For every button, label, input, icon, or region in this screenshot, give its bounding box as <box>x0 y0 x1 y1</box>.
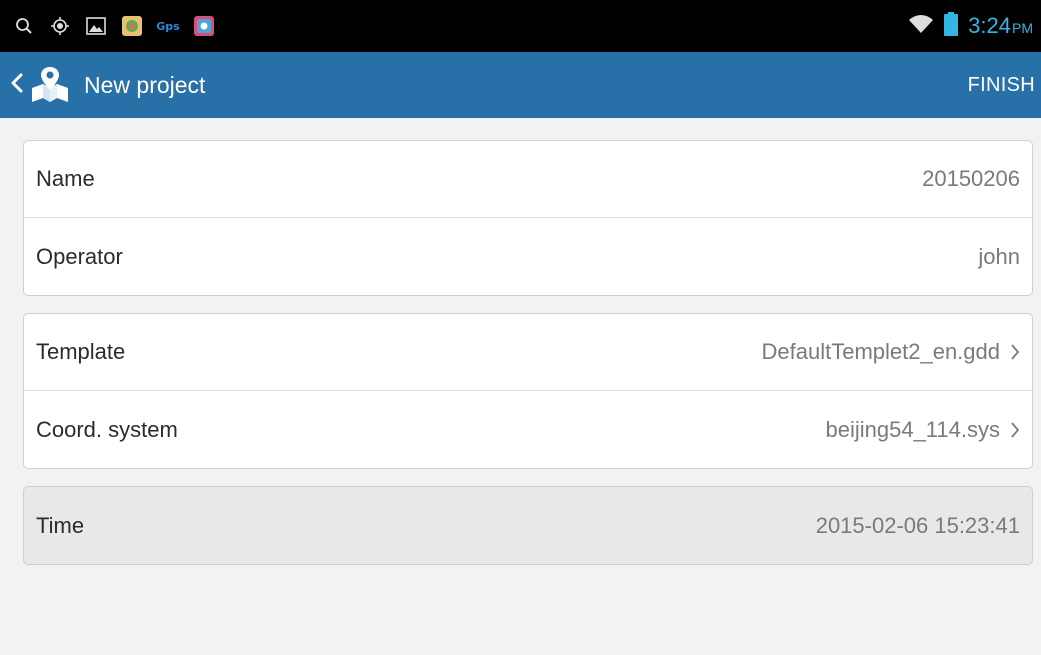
template-row[interactable]: Template DefaultTemplet2_en.gdd <box>24 314 1032 391</box>
clock-ampm: PM <box>1012 20 1033 36</box>
battery-icon <box>944 11 959 41</box>
operator-value: john <box>978 243 1020 269</box>
app-bar: New project FINISH <box>0 52 1041 118</box>
finish-button[interactable]: FINISH <box>968 52 1035 118</box>
clock: 3:24PM <box>968 13 1033 39</box>
settings-group: Template DefaultTemplet2_en.gdd Coord. s… <box>23 313 1033 469</box>
clock-time: 3:24 <box>968 13 1011 38</box>
coord-system-value-wrap: beijing54_114.sys <box>826 417 1021 443</box>
chevron-right-icon <box>1010 421 1020 439</box>
image-icon <box>86 16 106 36</box>
operator-label: Operator <box>36 243 123 269</box>
location-target-icon <box>50 16 70 36</box>
coord-system-value: beijing54_114.sys <box>825 416 1001 442</box>
time-label: Time <box>36 512 85 538</box>
project-info-group: Name 20150206 Operator john <box>23 140 1033 296</box>
time-group: Time 2015-02-06 15:23:41 <box>23 486 1033 565</box>
map-pin-icon <box>30 66 70 104</box>
status-bar: Gps 3:24PM <box>0 0 1041 52</box>
search-icon <box>14 16 34 36</box>
system-icons: 3:24PM <box>908 11 1041 41</box>
time-value: 2015-02-06 15:23:41 <box>815 512 1020 538</box>
wifi-icon <box>908 14 934 39</box>
time-row: Time 2015-02-06 15:23:41 <box>24 487 1032 564</box>
name-value: 20150206 <box>922 166 1020 191</box>
chevron-left-icon <box>10 72 24 99</box>
name-row[interactable]: Name 20150206 <box>24 141 1032 218</box>
gps-icon: Gps <box>156 19 180 33</box>
template-value: DefaultTemplet2_en.gdd <box>761 339 1001 364</box>
coord-system-label: Coord. system <box>36 416 178 442</box>
page-title: New project <box>84 71 206 98</box>
back-button[interactable] <box>0 52 76 118</box>
coord-system-row[interactable]: Coord. system beijing54_114.sys <box>24 391 1032 468</box>
template-label: Template <box>36 339 126 364</box>
app-camera-icon <box>194 16 214 36</box>
app-color-icon <box>122 16 142 36</box>
operator-row[interactable]: Operator john <box>24 218 1032 295</box>
notification-icons: Gps <box>0 16 214 36</box>
chevron-right-icon <box>1010 343 1020 361</box>
template-value-wrap: DefaultTemplet2_en.gdd <box>762 339 1021 365</box>
name-label: Name <box>36 166 95 191</box>
